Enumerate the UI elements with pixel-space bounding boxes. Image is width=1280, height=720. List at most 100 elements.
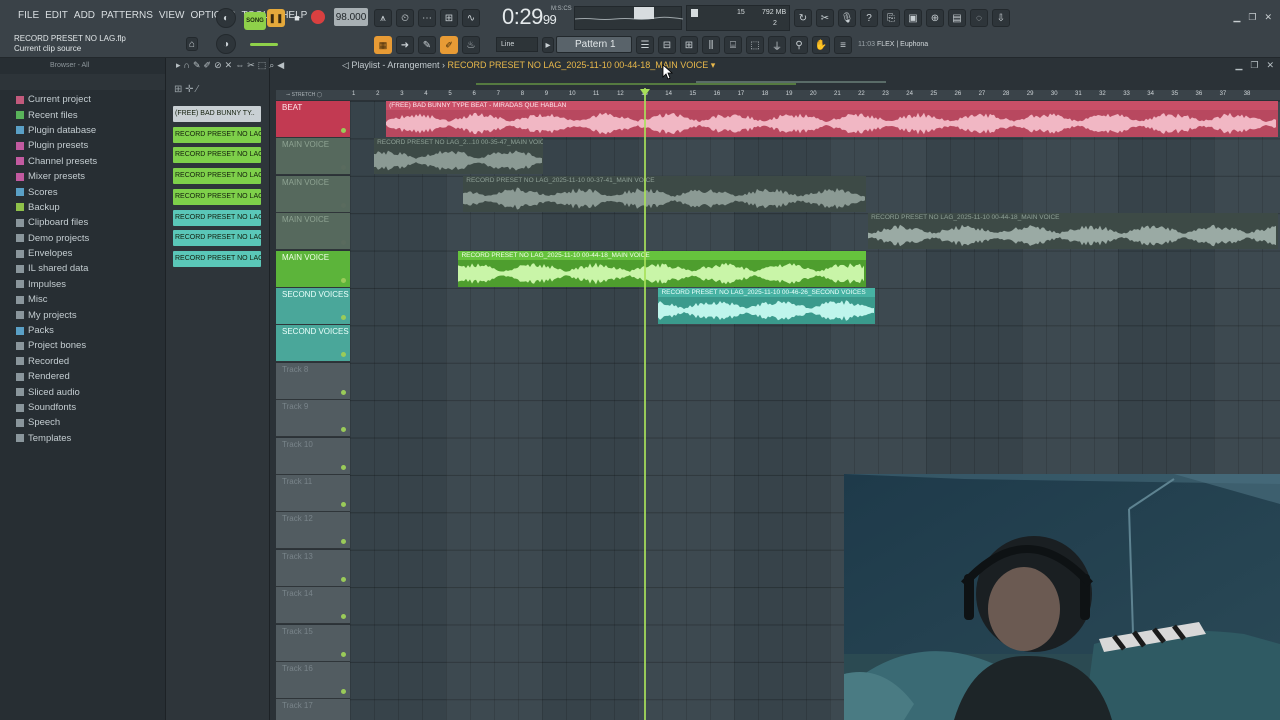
track-mute-led[interactable] <box>341 202 346 208</box>
paint-tool-icon[interactable]: ✐ <box>204 60 212 71</box>
menu-add[interactable]: ADD <box>74 10 95 21</box>
track-header[interactable]: Track 11 <box>276 475 350 512</box>
blend-notes-icon[interactable]: ∿ <box>462 9 480 27</box>
metronome-icon[interactable]: ⩚ <box>374 9 392 27</box>
audio-clip[interactable]: RECORD PRESET NO LAG_2025-11-10 00-37-41… <box>463 175 866 212</box>
microphone-icon[interactable]: 🎙 <box>838 9 856 27</box>
track-header[interactable]: SECOND VOICES <box>276 325 350 363</box>
touch-keyboard-icon[interactable]: ✋ <box>812 36 830 54</box>
browser-item-rendered[interactable]: Rendered <box>0 369 165 384</box>
track-header[interactable]: BEAT <box>276 101 350 138</box>
track-mute-led[interactable] <box>341 539 346 545</box>
mouse-icon[interactable]: ⌂ <box>186 37 198 51</box>
browser-item-misc[interactable]: Misc <box>0 292 165 307</box>
minimize-icon[interactable]: ▁ <box>1233 12 1240 23</box>
track-header[interactable]: MAIN VOICE <box>276 138 350 176</box>
mixer-icon[interactable]: ⫼ <box>702 36 720 54</box>
pattern-prev-icon[interactable]: ▸ <box>542 37 554 53</box>
track-header[interactable]: MAIN VOICE <box>276 175 350 213</box>
browser-icon[interactable]: ⌸ <box>724 36 742 54</box>
chat-icon[interactable]: ◌ <box>970 9 988 27</box>
browser-header[interactable]: Browser - All <box>0 58 165 74</box>
time-display[interactable]: 0:2999 <box>502 4 557 30</box>
playlist-minimize-icon[interactable]: ▁ <box>1235 60 1242 71</box>
track-header-controls[interactable]: ⊸ STRETCH ◯ <box>276 90 350 100</box>
audio-clip[interactable]: (FREE) BAD BUNNY TYPE BEAT - MIRADAS QUE… <box>386 101 1278 137</box>
track-mute-led[interactable] <box>341 502 346 507</box>
track-mute-led[interactable] <box>341 315 346 320</box>
playhead[interactable] <box>644 88 646 720</box>
playlist-maximize-icon[interactable]: ❐ <box>1250 60 1258 71</box>
delete-tool-icon[interactable]: ⊘ <box>214 60 222 71</box>
browser-item-demo-projects[interactable]: Demo projects <box>0 231 165 246</box>
playlist-menu-icon[interactable]: ▸ <box>176 60 181 71</box>
slip-tool-icon[interactable]: ⇔ <box>235 60 244 71</box>
browser-item-my-projects[interactable]: My projects <box>0 307 165 322</box>
slice-tool-icon[interactable]: ✂ <box>247 60 255 71</box>
audio-clip[interactable]: RECORD PRESET NO LAG_2...10 00-35-47_MAI… <box>374 138 543 175</box>
tempo-display[interactable]: 98.000 <box>334 8 368 26</box>
select-tool-icon[interactable]: ⬚ <box>258 60 267 71</box>
browser-item-recorded[interactable]: Recorded <box>0 354 165 369</box>
browser-item-packs[interactable]: Packs <box>0 323 165 338</box>
draw-tool-icon[interactable]: ✎ <box>193 60 201 71</box>
track-header[interactable]: Track 17 <box>276 699 350 720</box>
track-mute-led[interactable] <box>341 689 346 694</box>
track-header[interactable]: Track 8 <box>276 362 350 400</box>
menu-view[interactable]: VIEW <box>159 10 185 21</box>
zoom-tool-icon[interactable]: ⌕ <box>269 60 274 71</box>
track-mute-led[interactable] <box>341 576 346 582</box>
clip-dropdown-icon[interactable]: ▾ <box>711 60 716 70</box>
track-header[interactable]: Track 13 <box>276 549 350 587</box>
track-mute-led[interactable] <box>341 389 346 395</box>
track-mute-led[interactable] <box>341 128 346 133</box>
piano-roll-icon[interactable]: ⊟ <box>658 36 676 54</box>
browser-item-current-project[interactable]: Current project <box>0 92 165 107</box>
download-icon[interactable]: ⇩ <box>992 9 1010 27</box>
stamp-icon[interactable]: ♨ <box>462 36 480 54</box>
browser-item-templates[interactable]: Templates <box>0 431 165 446</box>
audio-clip[interactable]: RECORD PRESET NO LAG_2025-11-10 00-46-26… <box>658 288 876 324</box>
snap-select[interactable]: Line <box>496 37 538 52</box>
step-edit-icon[interactable]: ⊞ <box>440 9 458 27</box>
arrow-right-icon[interactable]: ➜ <box>396 36 414 54</box>
browser-item-project-bones[interactable]: Project bones <box>0 338 165 353</box>
browser-item-scores[interactable]: Scores <box>0 184 165 199</box>
save-icon[interactable]: ▣ <box>904 9 922 27</box>
track-mute-led[interactable] <box>341 651 346 657</box>
browser-item-clipboard-files[interactable]: Clipboard files <box>0 215 165 230</box>
browser-item-sliced-audio[interactable]: Sliced audio <box>0 384 165 399</box>
song-mode-button[interactable]: SONG <box>244 12 266 30</box>
master-pitch-knob-icon[interactable]: ◑ <box>216 34 236 54</box>
playlist-icon[interactable]: ☰ <box>636 36 654 54</box>
browser-item-impulses[interactable]: Impulses <box>0 277 165 292</box>
magnet-icon[interactable]: ∩ <box>184 60 190 71</box>
track-mute-led[interactable] <box>341 165 346 171</box>
track-header[interactable]: Track 12 <box>276 512 350 550</box>
audio-clip[interactable]: RECORD PRESET NO LAG_2025-11-10 00-44-18… <box>458 250 866 287</box>
master-level-slider[interactable] <box>250 43 278 46</box>
close-icon[interactable]: ✕ <box>1264 12 1272 23</box>
paint-tool-button[interactable]: ✐ <box>440 36 458 54</box>
timeline-ruler[interactable]: 1234567891011121314151617181920212223242… <box>350 90 1280 100</box>
menu-patterns[interactable]: PATTERNS <box>101 10 153 21</box>
wait-for-input-icon[interactable]: ⏲ <box>396 9 414 27</box>
undo-history-icon[interactable]: ↻ <box>794 9 812 27</box>
track-header[interactable]: MAIN VOICE <box>276 250 350 288</box>
export-icon[interactable]: ⎘ <box>882 9 900 27</box>
playlist-view-button[interactable]: ▦ <box>374 36 392 54</box>
track-header[interactable]: Track 10 <box>276 437 350 475</box>
browser-item-channel-presets[interactable]: Channel presets <box>0 154 165 169</box>
track-mute-led[interactable] <box>341 464 346 470</box>
stop-button[interactable]: ■ <box>289 9 305 27</box>
browser-item-plugin-database[interactable]: Plugin database <box>0 123 165 138</box>
cut-icon[interactable]: ✂ <box>816 9 834 27</box>
record-button[interactable] <box>311 10 325 24</box>
overview-scrollbar[interactable] <box>356 75 1276 85</box>
plug-icon[interactable]: ⏚ <box>768 36 786 54</box>
playhead-marker[interactable] <box>640 89 650 96</box>
playback-tool-icon[interactable]: ◀ <box>277 60 284 71</box>
track-mute-led[interactable] <box>341 240 346 246</box>
track-mute-led[interactable] <box>341 427 346 433</box>
track-header[interactable]: Track 14 <box>276 587 350 625</box>
